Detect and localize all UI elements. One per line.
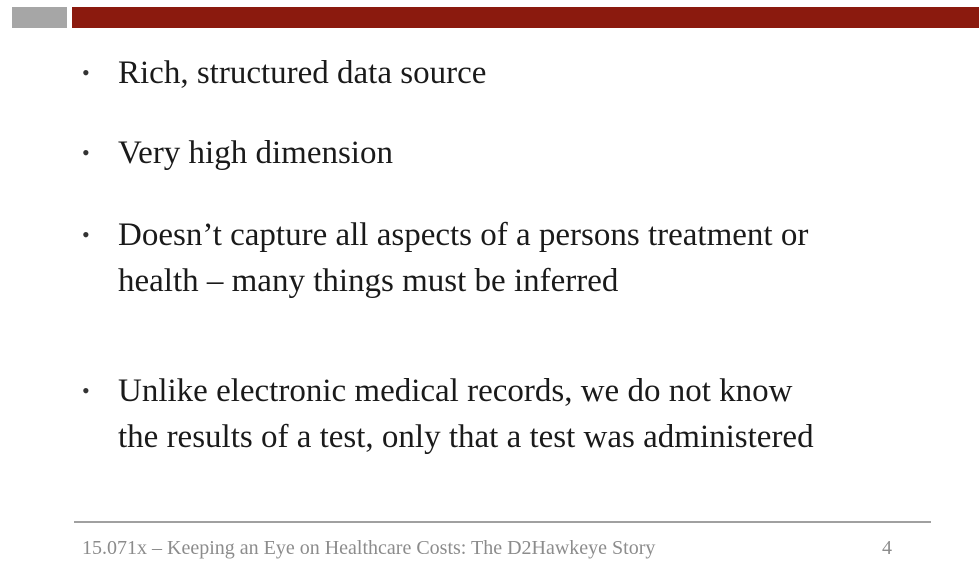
page-number: 4 — [882, 537, 892, 559]
footer-course-title: 15.071x – Keeping an Eye on Healthcare C… — [82, 537, 656, 559]
bullet-marker: • — [82, 140, 90, 165]
bullet-item: • Unlike electronic medical records, we … — [82, 368, 942, 460]
bullet-marker: • — [82, 60, 90, 85]
bullet-marker: • — [82, 378, 90, 403]
bullet-list: • Rich, structured data source • Very hi… — [0, 0, 979, 500]
bullet-item: • Rich, structured data source — [82, 50, 942, 96]
bullet-item: • Very high dimension — [82, 130, 942, 176]
bullet-text: Rich, structured data source — [118, 55, 487, 91]
bullet-text: Unlike electronic medical records, we do… — [118, 373, 814, 455]
bullet-text: Doesn’t capture all aspects of a persons… — [118, 217, 809, 299]
bullet-item: • Doesn’t capture all aspects of a perso… — [82, 212, 942, 304]
footer-divider — [74, 521, 931, 523]
bullet-text: Very high dimension — [118, 135, 393, 171]
bullet-marker: • — [82, 222, 90, 247]
